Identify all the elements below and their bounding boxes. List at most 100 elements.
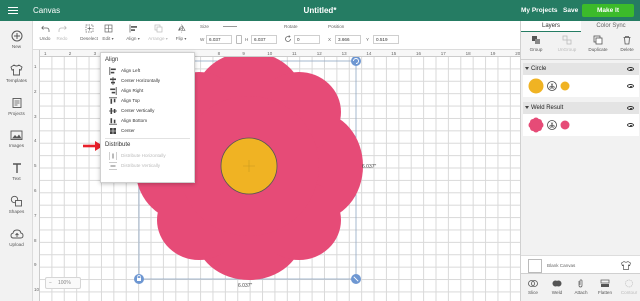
color-swatch[interactable] [560, 81, 570, 91]
layer-row-weld-result[interactable] [523, 114, 639, 136]
ruler-tick-label: 2 [34, 88, 37, 94]
nav-shapes-label: Shapes [8, 209, 25, 214]
ruler-tick-label: 9 [34, 262, 37, 268]
edit-button[interactable]: Edit ▾ [101, 24, 115, 41]
panel-tabs: Layers Color Sync [521, 21, 640, 32]
layer-name: Weld Result [531, 105, 564, 111]
cut-operation-icon [547, 81, 557, 91]
ruler-tick-label: 16 [416, 50, 422, 56]
deselect-icon [85, 24, 93, 33]
align-bottom-label: Align Bottom [121, 118, 148, 123]
nav-projects[interactable]: Projects [0, 97, 33, 116]
undo-button[interactable]: Undo [38, 24, 52, 41]
nav-templates[interactable]: Templates [0, 64, 33, 83]
slice-icon [528, 280, 538, 287]
ruler-tick-label: 10 [34, 287, 40, 293]
ruler-tick-label: 12 [316, 50, 322, 56]
size-lock-line [223, 26, 237, 27]
deselect-button[interactable]: Deselect [79, 24, 99, 41]
nav-shapes[interactable]: Shapes [0, 195, 33, 214]
ruler-tick-label: 4 [34, 138, 37, 144]
align-icon [129, 24, 137, 33]
flatten-button[interactable]: Flatten [593, 279, 617, 295]
center-icon [109, 127, 117, 135]
ruler-tick-label: 14 [366, 50, 372, 56]
color-swatch[interactable] [560, 120, 570, 130]
nav-images[interactable]: Images [0, 129, 33, 148]
canvas-color-swatch[interactable] [528, 259, 542, 273]
size-lock-icon[interactable] [236, 35, 242, 44]
x-position-input[interactable]: 3.666 [335, 35, 361, 44]
ruler-tick-label: 17 [440, 50, 446, 56]
arrange-button[interactable]: Arrange ▾ [147, 24, 169, 41]
visibility-eye-icon[interactable] [627, 123, 634, 127]
nav-upload[interactable]: Upload [0, 228, 33, 247]
width-input[interactable]: 6.037 [206, 35, 232, 44]
contour-button[interactable]: Contour [617, 279, 640, 295]
height-input[interactable]: 6.037 [251, 35, 277, 44]
attach-label: Attach [574, 290, 588, 295]
app-name: Canvas [33, 6, 61, 15]
ungroup-button[interactable]: UnGroup [557, 35, 577, 52]
duplicate-button[interactable]: Duplicate [588, 35, 608, 52]
y-position-input[interactable]: 0.519 [373, 35, 399, 44]
layer-name: Circle [531, 66, 547, 72]
shirt-icon[interactable] [621, 261, 631, 270]
weld-label: Weld [551, 290, 563, 295]
save-button[interactable]: Save [563, 7, 578, 14]
group-label: Group [529, 47, 543, 52]
paperclip-icon [578, 279, 583, 288]
blank-canvas-row[interactable]: Blank Canvas [521, 255, 640, 275]
attach-button[interactable]: Attach [569, 279, 593, 295]
menu-icon[interactable] [8, 7, 18, 15]
layers-panel: Layers Color Sync Group UnGroup Duplicat… [520, 21, 640, 301]
edit-toolbar: Undo Redo Deselect Edit ▾ Align ▾ Arrang… [33, 21, 520, 50]
layer-group-circle[interactable]: Circle [523, 63, 639, 75]
layer-row-circle[interactable] [523, 75, 639, 97]
nav-new[interactable]: New [0, 30, 33, 49]
zoom-out-button[interactable]: − [49, 278, 52, 288]
menu-divider [105, 138, 190, 139]
weld-icon [552, 280, 562, 287]
my-projects-link[interactable]: My Projects [521, 7, 558, 14]
blank-canvas-label: Blank Canvas [547, 263, 576, 268]
contour-icon [625, 279, 633, 288]
ruler-tick-label: 8 [34, 237, 37, 243]
tab-layers[interactable]: Layers [521, 21, 581, 32]
align-menu: Align Align Left Center Horizontally Ali… [100, 52, 195, 183]
tab-color-sync[interactable]: Color Sync [581, 21, 640, 32]
align-button[interactable]: Align ▾ [125, 24, 141, 41]
rotate-input[interactable]: 0 [294, 35, 320, 44]
ruler-tick-label: 2 [68, 50, 72, 56]
chevron-down-icon[interactable] [525, 67, 529, 70]
ruler-tick-label: 5 [34, 163, 37, 169]
ruler-tick-label: 8 [217, 50, 221, 56]
ruler-tick-label: 3 [93, 50, 97, 56]
ruler-tick-label: 6 [34, 188, 37, 193]
weld-button[interactable]: Weld [545, 279, 569, 295]
nav-text[interactable]: Text [0, 162, 33, 181]
plus-circle-icon [11, 30, 22, 42]
layer-group-weld-result[interactable]: Weld Result [523, 102, 639, 114]
undo-icon [40, 25, 49, 32]
ruler-tick-label: 1 [44, 50, 47, 56]
visibility-eye-icon[interactable] [627, 106, 634, 110]
slice-button[interactable]: Slice [521, 279, 545, 295]
chevron-down-icon[interactable] [525, 106, 529, 109]
delete-button[interactable]: Delete [617, 35, 637, 52]
ungroup-icon [562, 35, 572, 45]
undo-label: Undo [39, 36, 51, 41]
redo-button[interactable]: Redo [55, 24, 69, 41]
zoom-control[interactable]: − 100% [45, 277, 81, 289]
group-button[interactable]: Group [526, 35, 546, 52]
slice-label: Slice [528, 290, 538, 295]
nav-new-label: New [11, 44, 22, 49]
left-ruler: 1 2 3 4 5 6 7 8 9 10 [33, 50, 40, 301]
visibility-eye-icon[interactable] [627, 67, 634, 71]
circle-thumbnail [528, 78, 544, 94]
redo-icon [58, 25, 67, 32]
ungroup-label: UnGroup [557, 47, 577, 52]
visibility-eye-icon[interactable] [627, 84, 634, 88]
make-it-button[interactable]: Make It [582, 4, 634, 17]
flip-button[interactable]: Flip ▾ [174, 24, 188, 41]
